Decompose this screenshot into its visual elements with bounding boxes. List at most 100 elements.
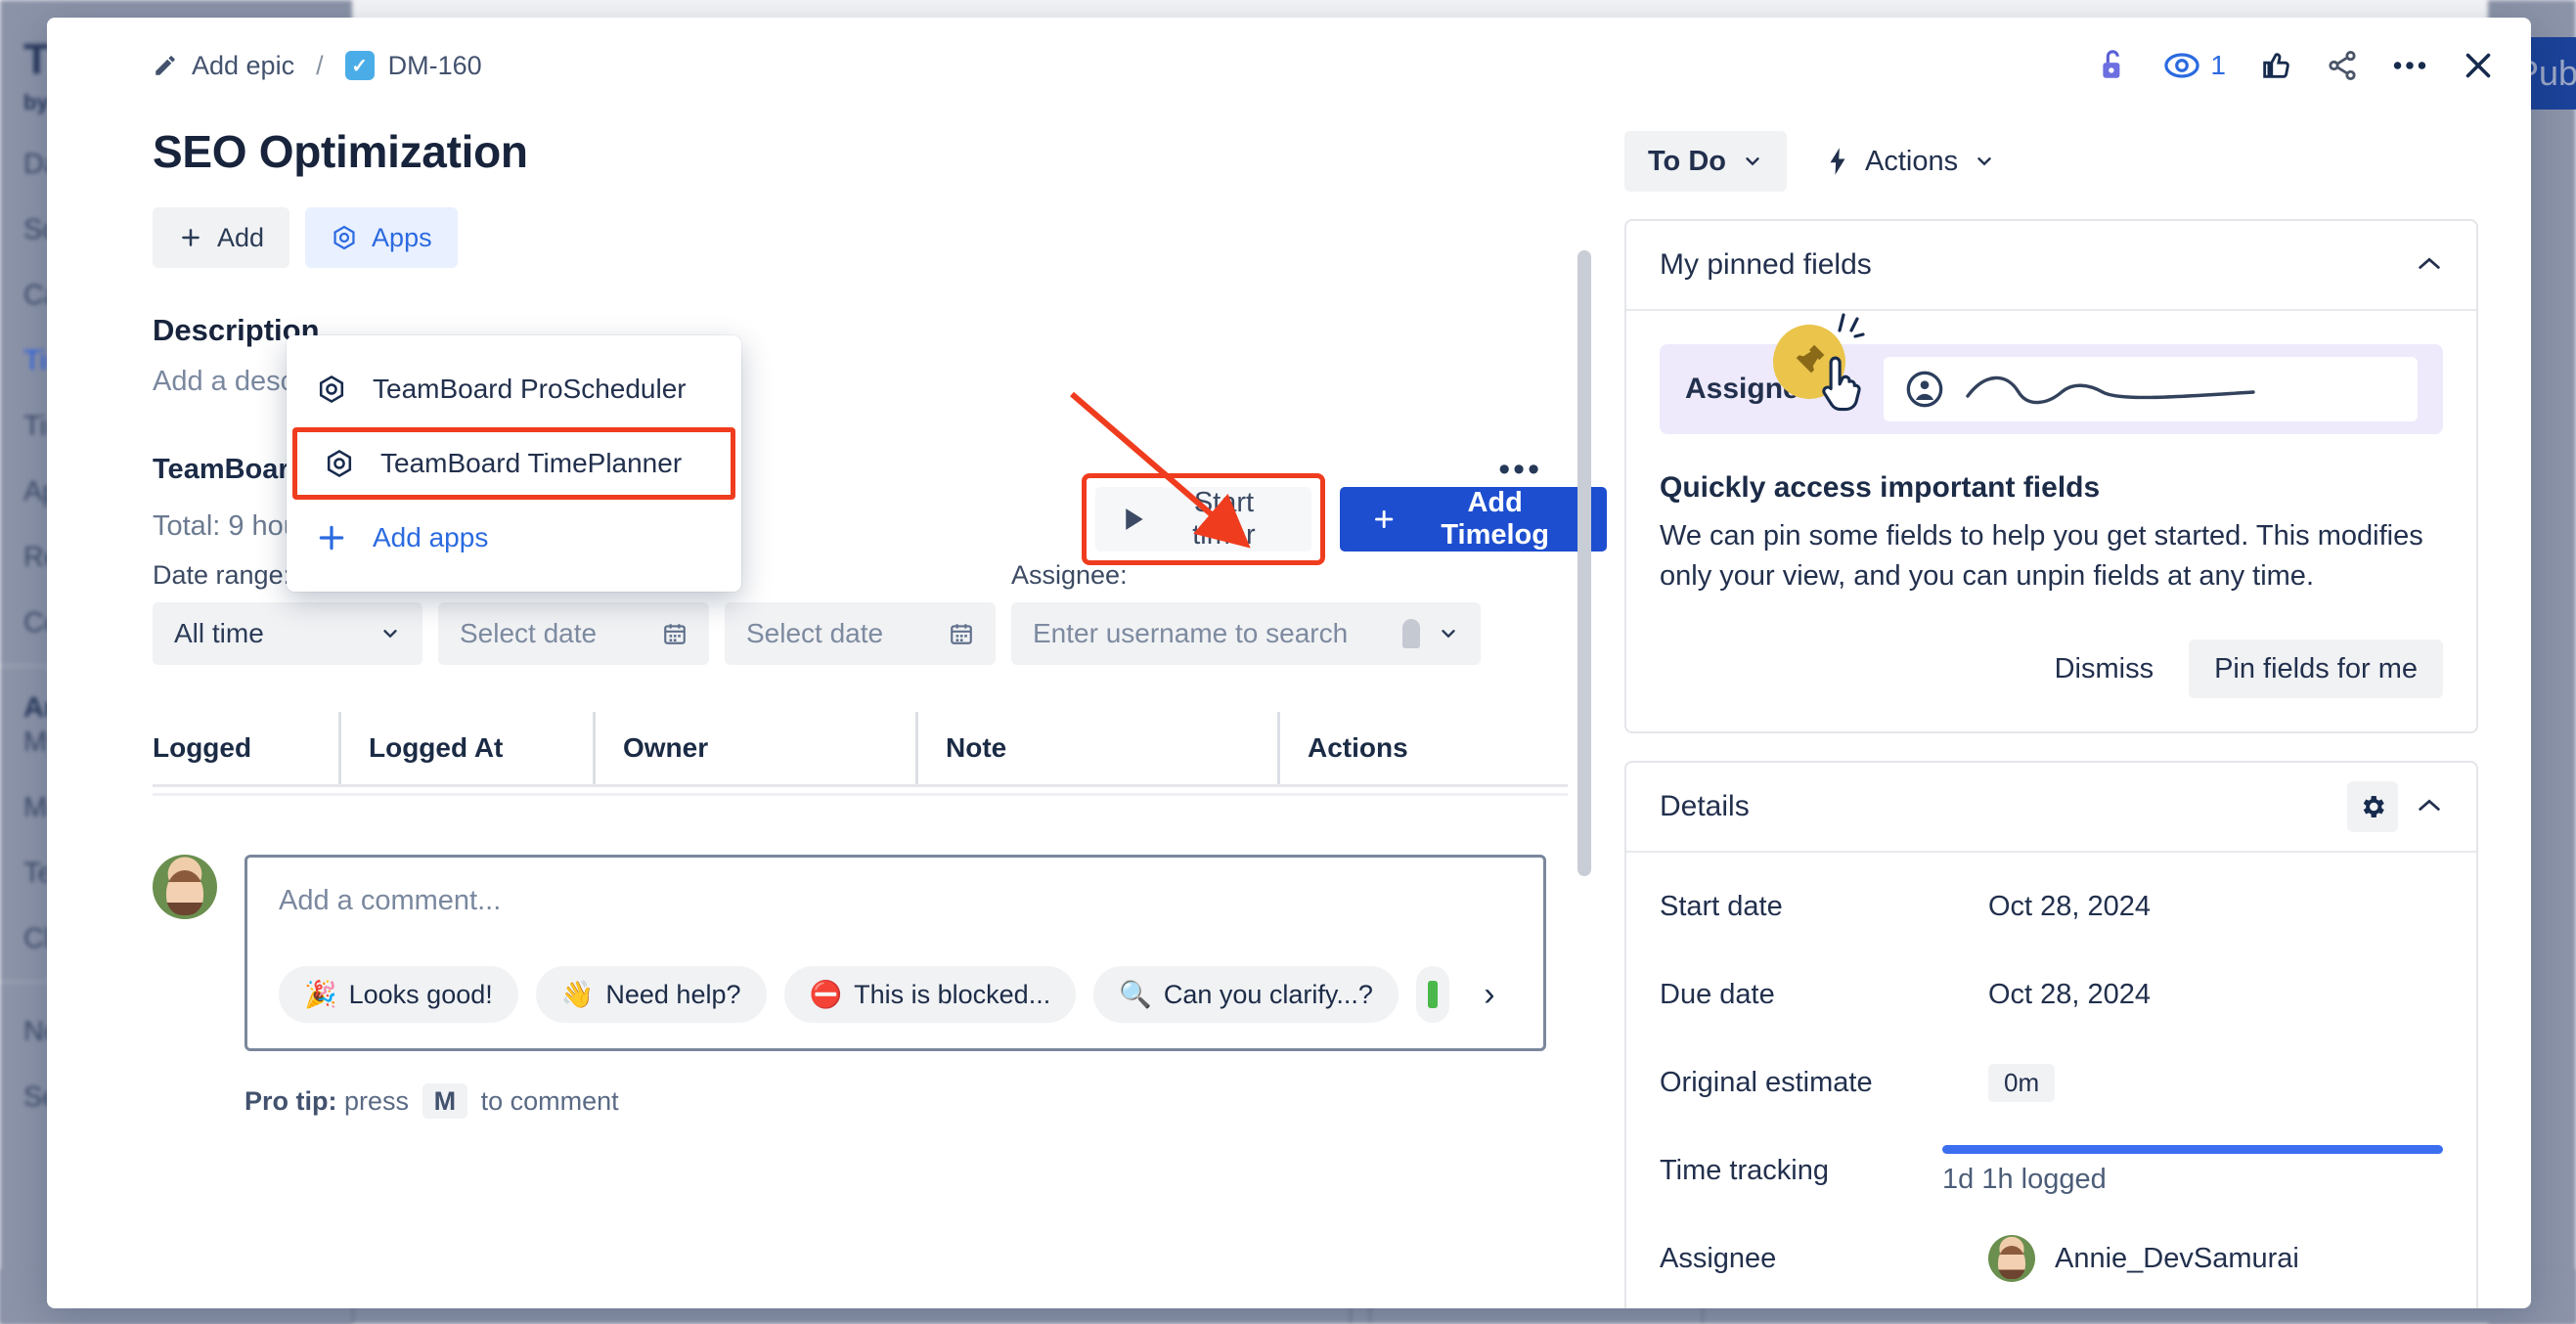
detail-row-time-tracking: Time tracking 1d 1h logged: [1660, 1126, 2443, 1214]
partial-emoji-icon: [1427, 981, 1438, 1008]
plus-icon: [1375, 509, 1394, 529]
plus-icon: [182, 229, 200, 246]
pinned-fields-header: My pinned fields: [1626, 221, 2476, 311]
detail-key: Assignee: [1660, 1242, 1777, 1274]
pinned-fields-collapse-icon[interactable]: [2416, 250, 2443, 281]
app-hex-icon: [327, 450, 352, 477]
column-logged-at: Logged At: [338, 712, 593, 784]
details-header: Details: [1626, 763, 2476, 854]
add-timelog-label: Add Timelog: [1441, 487, 1549, 551]
quick-reply-label: Looks good!: [348, 979, 493, 1009]
close-icon[interactable]: [2461, 48, 2496, 83]
quick-reply-row: 🎉 Looks good! 👋 Need help? ⛔ This is blo…: [279, 966, 1512, 1023]
timelog-table-header: Logged Logged At Owner Note Actions: [153, 712, 1607, 784]
actions-dropdown[interactable]: Actions: [1816, 131, 2005, 192]
table-rule-top: [153, 784, 1568, 787]
timelog-table: Logged Logged At Owner Note Actions: [153, 712, 1607, 796]
details-collapse-icon[interactable]: [2416, 792, 2443, 822]
pin-fields-for-me-button[interactable]: Pin fields for me: [2189, 640, 2443, 699]
quick-reply-blocked[interactable]: ⛔ This is blocked...: [783, 966, 1077, 1023]
date-range-value: All time: [174, 618, 264, 648]
unlock-icon[interactable]: [2097, 47, 2130, 84]
assignee-filter-placeholder: Enter username to search: [1033, 618, 1349, 648]
watchers-eye-icon[interactable]: 1: [2163, 50, 2226, 81]
issue-detail-modal: Add epic / ✓ DM-160 1 SEO Optimization A…: [47, 18, 2531, 1308]
quick-reply-partial[interactable]: [1415, 966, 1449, 1023]
pro-tip-mid: press: [344, 1086, 410, 1116]
waving-hand-icon: 👋: [560, 980, 595, 1009]
assignee-avatar: [1988, 1235, 2035, 1283]
detail-key: Due date: [1660, 978, 1775, 1010]
time-tracking-progress-bar: [1942, 1145, 2443, 1155]
issue-action-buttons: Add Apps: [153, 207, 1607, 268]
assignee-name[interactable]: Annie_DevSamurai: [2055, 1243, 2299, 1275]
time-tracking-label[interactable]: 1d 1h logged: [1942, 1164, 2443, 1196]
original-estimate-chip[interactable]: 0m: [1988, 1063, 2056, 1102]
chevron-down-icon: [383, 630, 397, 639]
breadcrumb-add-epic-label: Add epic: [192, 50, 295, 80]
detail-value[interactable]: Oct 28, 2024: [1988, 891, 2151, 923]
page-title: SEO Optimization: [153, 126, 528, 177]
left-column-scrollbar[interactable]: [1577, 250, 1591, 876]
date-to-input[interactable]: Select date: [725, 602, 996, 665]
pro-tip-prefix: Pro tip:: [244, 1086, 337, 1116]
watchers-count: 1: [2210, 50, 2226, 80]
column-logged: Logged: [153, 732, 252, 763]
add-timelog-button[interactable]: Add Timelog: [1339, 487, 1607, 552]
date-from-input[interactable]: Select date: [438, 602, 709, 665]
party-popper-icon: 🎉: [304, 980, 337, 1009]
dismiss-button[interactable]: Dismiss: [2033, 640, 2176, 698]
assignee-filter-field: Assignee: Enter username to search: [1011, 560, 1481, 665]
apps-menu-item-proscheduler[interactable]: TeamBoard ProScheduler: [287, 355, 741, 423]
start-timer-button[interactable]: Start timer: [1095, 487, 1311, 552]
pin-promo-actions: Dismiss Pin fields for me: [1660, 640, 2443, 699]
gear-icon[interactable]: [2347, 781, 2398, 833]
task-type-icon: ✓: [344, 51, 375, 80]
quick-reply-next-icon[interactable]: ›: [1467, 966, 1512, 1023]
breadcrumb-add-epic[interactable]: Add epic: [153, 51, 294, 81]
breadcrumb-separator: /: [316, 50, 324, 80]
column-owner: Owner: [593, 712, 915, 784]
details-card: Details Start date Oct 28, 2024 Due date…: [1624, 761, 2478, 1308]
breadcrumb-issue-key-label: DM-160: [387, 50, 482, 80]
apps-button[interactable]: Apps: [305, 207, 458, 268]
detail-row-assignee: Assignee Annie_DevSamurai: [1660, 1214, 2443, 1302]
share-icon[interactable]: [2326, 49, 2359, 82]
quick-reply-looks-good[interactable]: 🎉 Looks good!: [279, 966, 518, 1023]
chevron-down-icon: [1746, 157, 1759, 166]
column-note: Note: [915, 712, 1277, 784]
comment-placeholder: Add a comment...: [279, 885, 502, 916]
magnifier-icon: 🔍: [1119, 980, 1152, 1009]
apps-button-label: Apps: [372, 222, 432, 252]
pinned-assignee-field[interactable]: Assignee: [1660, 313, 2443, 434]
apps-menu-add-apps[interactable]: Add apps: [287, 504, 741, 572]
quick-reply-clarify[interactable]: 🔍 Can you clarify...?: [1093, 966, 1399, 1023]
date-range-select[interactable]: All time: [153, 602, 422, 665]
modal-body: SEO Optimization Add Apps Description Ad…: [47, 113, 2531, 1308]
comment-box[interactable]: Add a comment... 🎉 Looks good! 👋 Need he…: [244, 855, 1546, 1051]
apps-menu-item-timeplanner[interactable]: TeamBoard TimePlanner: [292, 427, 735, 500]
date-from-placeholder: Select date: [460, 618, 598, 648]
calendar-icon: [951, 624, 972, 644]
quick-reply-need-help[interactable]: 👋 Need help?: [535, 966, 767, 1023]
assignee-scroll-handle[interactable]: [1402, 619, 1420, 648]
status-label: To Do: [1648, 145, 1726, 177]
more-options-icon[interactable]: [2392, 60, 2427, 71]
signature-squiggle-icon: [1966, 375, 2256, 405]
date-to-field: Select date: [725, 602, 996, 665]
add-button[interactable]: Add: [153, 207, 290, 268]
pinned-fields-title: My pinned fields: [1660, 248, 1872, 281]
pinned-assignee-input[interactable]: [1884, 357, 2418, 421]
pro-tip: Pro tip: press M to comment: [244, 1083, 1607, 1119]
app-hex-icon: [333, 225, 355, 250]
detail-value[interactable]: Oct 28, 2024: [1988, 979, 2151, 1011]
details-body: Start date Oct 28, 2024 Due date Oct 28,…: [1626, 853, 2476, 1308]
lightning-icon: [1830, 148, 1845, 175]
status-dropdown[interactable]: To Do: [1624, 131, 1787, 192]
detail-key: Start date: [1660, 890, 1783, 922]
thumbs-up-icon[interactable]: [2259, 49, 2292, 82]
apps-dropdown-menu: TeamBoard ProScheduler TeamBoard TimePla…: [287, 335, 741, 592]
breadcrumb-issue-key[interactable]: ✓ DM-160: [344, 50, 482, 81]
pinned-fields-body: Assignee Quickly access important fields…: [1626, 311, 2476, 731]
assignee-filter-input[interactable]: Enter username to search: [1011, 602, 1481, 665]
